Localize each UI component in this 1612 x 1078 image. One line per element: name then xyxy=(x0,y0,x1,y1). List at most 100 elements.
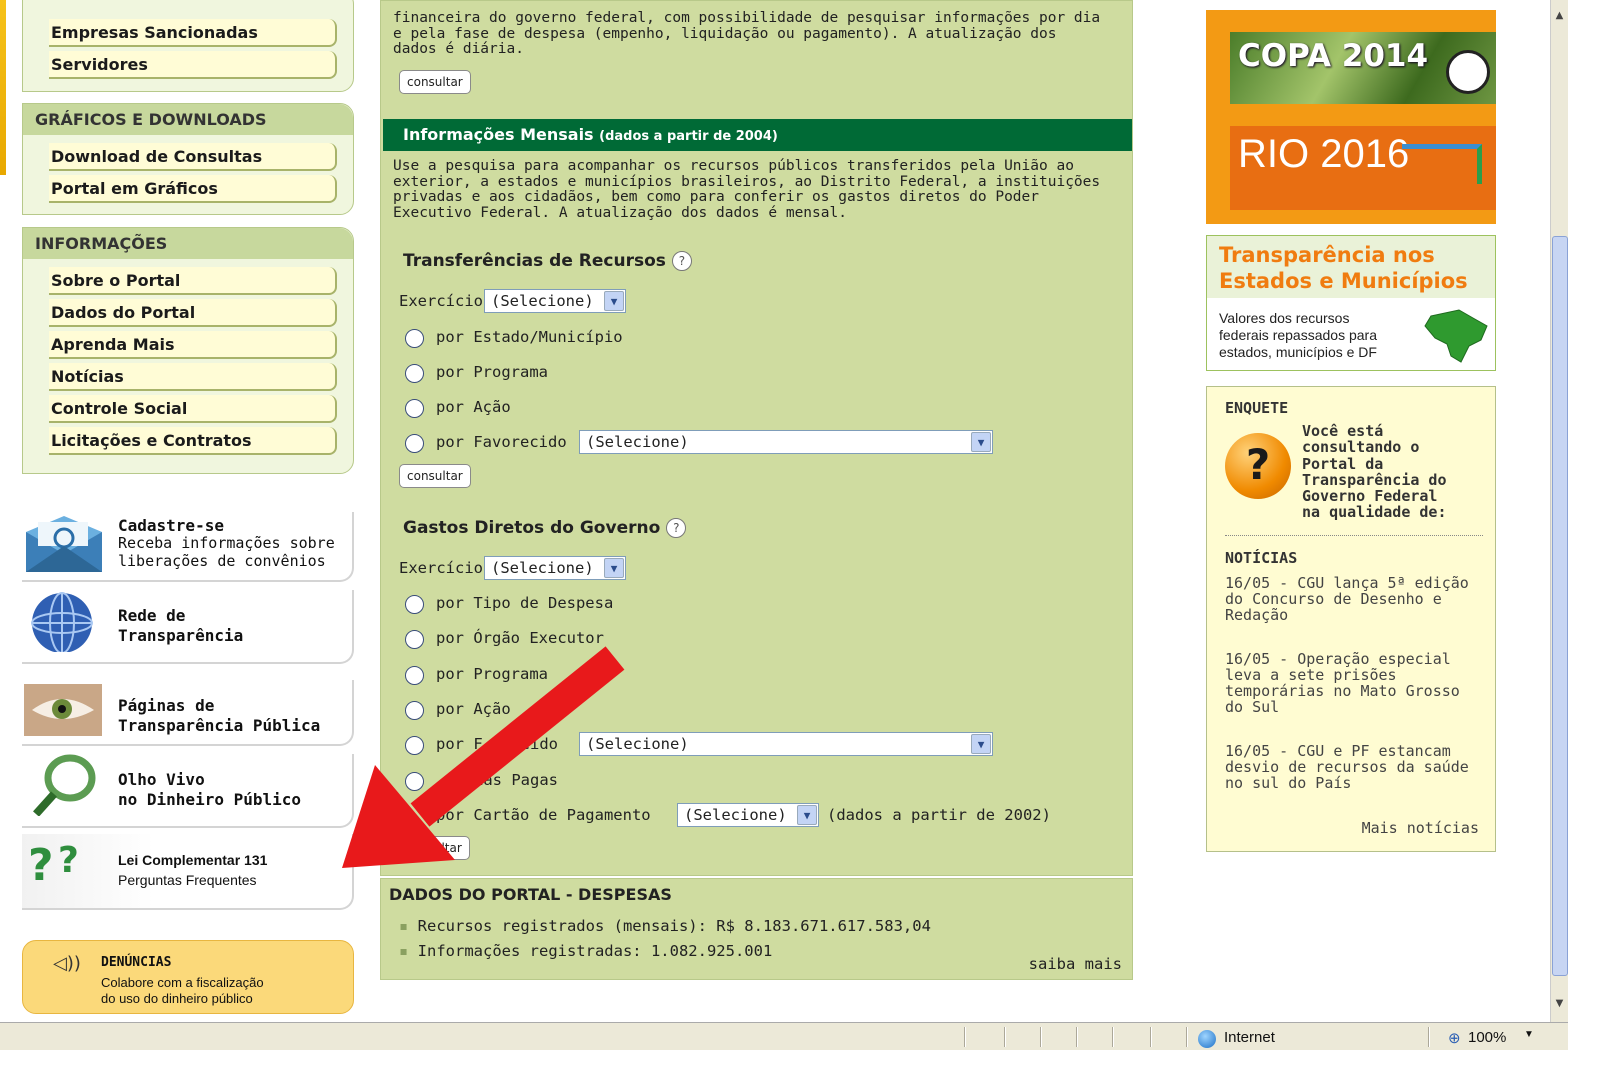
promo-title: Transparência Pública xyxy=(118,716,321,735)
gastos-title: Gastos Diretos do Governo? xyxy=(403,518,687,538)
scroll-up-icon[interactable]: ▲ xyxy=(1551,10,1568,32)
menu-item-noticias[interactable]: Notícias xyxy=(49,363,337,391)
browser-viewport: Empresas Sancionadas Servidores GRÁFICOS… xyxy=(0,0,1596,1050)
news-item[interactable]: 16/05 - CGU e PF estancam desvio de recu… xyxy=(1225,743,1493,791)
enquete-line: Transparência do xyxy=(1302,470,1447,489)
intro-line: e pela fase de despesa (empenho, liquida… xyxy=(393,25,1057,42)
desc-line: privadas e aos cidadãos, bem como para c… xyxy=(393,189,1040,205)
cartao-select[interactable]: (Selecione) ▼ xyxy=(677,803,819,827)
zoom-level[interactable]: 100% xyxy=(1468,1029,1506,1046)
denuncias-box[interactable]: ◁)) DENÚNCIAS Colabore com a fiscalizaçã… xyxy=(22,940,354,1014)
menu-item-dados-portal[interactable]: Dados do Portal xyxy=(49,299,337,327)
promo-cadastre-se[interactable]: Cadastre-se Receba informações sobre lib… xyxy=(22,512,354,582)
noticias-title: NOTÍCIAS xyxy=(1225,549,1298,567)
enquete-line: Você está xyxy=(1302,422,1384,440)
menu-box-consultas: Empresas Sancionadas Servidores xyxy=(22,0,354,92)
promo-title: Cadastre-se xyxy=(118,516,224,535)
menu-box-graficos: GRÁFICOS E DOWNLOADS Download de Consult… xyxy=(22,103,354,215)
events-banner: COPA 2014 RIO 2016 xyxy=(1206,10,1496,224)
news-item[interactable]: 16/05 - Operação especial leva a sete pr… xyxy=(1225,651,1493,715)
magnifier-icon xyxy=(33,754,96,816)
enquete-title: ENQUETE xyxy=(1225,399,1289,417)
divider xyxy=(1004,1027,1006,1047)
dados-item: ▪ Recursos registrados (mensais): R$ 8.1… xyxy=(399,917,931,935)
soccer-ball-icon xyxy=(1446,50,1490,94)
enquete-question: Você está consultando o Portal da Transp… xyxy=(1302,423,1447,521)
promo-line: liberações de convênios xyxy=(118,552,326,570)
enquete-line: consultando o xyxy=(1302,438,1420,457)
bullet-icon: ▪ xyxy=(399,917,418,935)
estados-header: Transparência nos Estados e Municípios xyxy=(1207,236,1495,298)
consultar-button-transferencias[interactable]: consultar xyxy=(399,464,471,488)
estados-desc: Valores dos recursos federais repassados… xyxy=(1219,310,1377,361)
chevron-down-icon: ▼ xyxy=(604,558,624,578)
promo-paginas-transparencia[interactable]: Páginas de Transparência Pública xyxy=(22,680,354,746)
zoom-dropdown-icon[interactable]: ▼ xyxy=(1524,1029,1534,1040)
promo-line: Perguntas Frequentes xyxy=(118,872,257,888)
gastos-exercicio-select[interactable]: (Selecione) ▼ xyxy=(484,556,626,580)
saiba-mais-link[interactable]: saiba mais xyxy=(1029,955,1122,973)
vertical-scrollbar[interactable]: ▲ ▼ xyxy=(1550,0,1568,1022)
menu-item-sobre-portal[interactable]: Sobre o Portal xyxy=(49,267,337,295)
window-edge xyxy=(1568,0,1596,1050)
intro-line: financeira do governo federal, com possi… xyxy=(393,10,1101,26)
radio-programa[interactable] xyxy=(405,364,424,383)
gastos-favorecido-select[interactable]: (Selecione) ▼ xyxy=(579,732,993,756)
mensais-desc: Use a pesquisa para acompanhar os recurs… xyxy=(393,158,1123,221)
chevron-down-icon: ▼ xyxy=(604,291,624,311)
divider xyxy=(1040,1027,1042,1047)
mensais-header: Informações Mensais (dados a partir de 2… xyxy=(383,119,1132,151)
radio-estado-municipio[interactable] xyxy=(405,329,424,348)
transferencias-title: Transferências de Recursos? xyxy=(403,251,692,271)
menu-item-aprenda-mais[interactable]: Aprenda Mais xyxy=(49,331,337,359)
news-line: Redação xyxy=(1225,606,1289,624)
menu-item-download-consultas[interactable]: Download de Consultas xyxy=(49,143,337,171)
select-value: (Selecione) xyxy=(491,559,594,577)
news-line: do Sul xyxy=(1225,698,1280,716)
promo-rede-transparencia[interactable]: Rede de Transparência xyxy=(22,590,354,664)
transferencias-exercicio-select[interactable]: (Selecione) ▼ xyxy=(484,289,626,313)
scroll-thumb[interactable] xyxy=(1552,236,1568,976)
left-accent-stripe xyxy=(0,0,6,175)
radio-acao[interactable] xyxy=(405,399,424,418)
menu-item-portal-graficos[interactable]: Portal em Gráficos xyxy=(49,175,337,203)
desc-line: Use a pesquisa para acompanhar os recurs… xyxy=(393,158,1074,174)
menu-item-servidores[interactable]: Servidores xyxy=(49,51,337,79)
rio-logo-icon xyxy=(1402,144,1482,184)
consultar-button-diarias[interactable]: consultar xyxy=(399,70,471,94)
radio-tipo-despesa[interactable] xyxy=(405,595,424,614)
rio-2016-banner[interactable]: RIO 2016 xyxy=(1230,126,1496,210)
menu-item-controle-social[interactable]: Controle Social xyxy=(49,395,337,423)
red-arrow-annotation xyxy=(342,646,625,868)
enquete-line: Governo Federal xyxy=(1302,487,1438,506)
svg-text:?: ? xyxy=(28,840,54,891)
promo-lei-complementar[interactable]: ? ? Lei Complementar 131 Perguntas Frequ… xyxy=(22,834,354,910)
help-icon[interactable]: ? xyxy=(666,518,687,538)
gastos-label: Gastos Diretos do Governo xyxy=(403,518,661,538)
menu-item-empresas-sancionadas[interactable]: Empresas Sancionadas xyxy=(49,19,337,47)
question-icon: ? xyxy=(1225,433,1291,499)
news-item[interactable]: 16/05 - CGU lança 5ª edição do Concurso … xyxy=(1225,575,1493,623)
svg-text:?: ? xyxy=(58,840,79,881)
transferencias-favorecido-select[interactable]: (Selecione) ▼ xyxy=(579,430,993,454)
divider xyxy=(1186,1027,1188,1047)
dados-line: Recursos registrados (mensais): R$ 8.183… xyxy=(417,917,931,935)
promo-title: Páginas de xyxy=(118,696,215,715)
globe-icon xyxy=(1198,1030,1216,1048)
option-label: por Estado/Município xyxy=(436,328,623,346)
help-icon[interactable]: ? xyxy=(671,251,692,271)
promo-olho-vivo[interactable]: Olho Vivo no Dinheiro Público xyxy=(22,754,354,828)
transparencia-estados-box[interactable]: Transparência nos Estados e Municípios V… xyxy=(1206,235,1496,371)
globe-icon xyxy=(31,592,93,652)
menu-item-licitacoes[interactable]: Licitações e Contratos xyxy=(49,427,337,455)
copa-2014-banner[interactable]: COPA 2014 xyxy=(1230,32,1496,104)
mais-noticias-link[interactable]: Mais notícias xyxy=(1362,819,1479,837)
select-value: (Selecione) xyxy=(491,292,594,310)
scroll-down-icon[interactable]: ▼ xyxy=(1551,998,1568,1020)
chevron-down-icon: ▼ xyxy=(971,432,991,452)
bullet-icon: ▪ xyxy=(399,942,418,960)
divider xyxy=(1076,1027,1078,1047)
brazil-map-icon xyxy=(1424,309,1488,363)
option-label: por Favorecido xyxy=(436,433,567,451)
radio-favorecido[interactable] xyxy=(405,434,424,453)
